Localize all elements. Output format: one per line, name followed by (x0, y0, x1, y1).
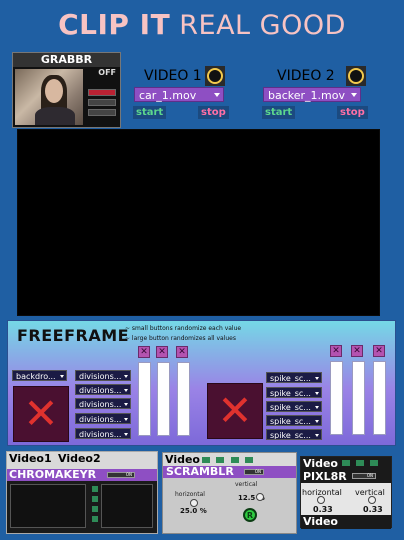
video2-stop-button[interactable]: stop (337, 106, 368, 119)
chevron-down-icon (315, 420, 319, 423)
pixl8r-source-dot[interactable] (342, 460, 350, 466)
randomize-small-button[interactable]: ✕ (138, 346, 150, 358)
pixl8r-vertical-knob[interactable] (368, 496, 376, 504)
param-menu-left[interactable]: divisions... (75, 398, 131, 409)
chromakeyr-color-dot[interactable] (92, 506, 98, 512)
pixl8r-vertical-value[interactable]: 0.33 (363, 505, 383, 514)
param-menu-left[interactable]: divisions... (75, 428, 131, 439)
chromakeyr-toggle[interactable]: ON (107, 472, 135, 478)
freeframe-note-small: ~ small buttons randomize each value (125, 325, 242, 332)
pixl8r-video-label: Video (303, 457, 338, 470)
param-slider[interactable] (157, 362, 170, 436)
chevron-down-icon (124, 418, 128, 421)
video2-file-label: backer_1.mov (268, 89, 345, 102)
video1-indicator[interactable] (205, 66, 225, 86)
param-menu-left[interactable]: divisions... (75, 384, 131, 395)
param-slider[interactable] (352, 361, 365, 435)
app-title-rest: REAL GOOD (170, 10, 346, 41)
chromakeyr-source-preview (10, 484, 86, 528)
grabber-control-1[interactable] (88, 89, 116, 96)
video1-start-button[interactable]: start (133, 106, 167, 119)
scramblr-randomize-button[interactable]: R (243, 508, 257, 522)
pixl8r-horizontal-knob[interactable] (317, 496, 325, 504)
freeframe-title: FREEFRAME (17, 326, 130, 345)
randomize-small-button[interactable]: ✕ (351, 345, 363, 357)
pixl8r-title: PIXL8R (303, 470, 347, 483)
scramblr-horizontal-label: horizontal (175, 491, 205, 498)
grabber-title: GRABBR (13, 53, 120, 67)
video-output-window (17, 129, 380, 316)
video1-file-menu[interactable]: car_1.mov (134, 87, 224, 102)
param-menu-right[interactable]: spike_sc... (266, 372, 322, 383)
chevron-down-icon (124, 375, 128, 378)
randomize-small-button[interactable]: ✕ (373, 345, 385, 357)
scramblr-vertical-knob[interactable] (256, 493, 264, 501)
chevron-down-icon (351, 93, 357, 97)
chevron-down-icon (124, 403, 128, 406)
chevron-down-icon (315, 377, 319, 380)
chromakeyr-key-preview (101, 484, 153, 528)
param-slider[interactable] (373, 361, 386, 435)
chromakeyr-color-dot[interactable] (92, 516, 98, 522)
scramblr-vertical-label: vertical (235, 481, 258, 488)
video2-indicator[interactable] (346, 66, 366, 86)
video1-file-label: car_1.mov (139, 89, 197, 102)
randomize-small-button[interactable]: ✕ (176, 346, 188, 358)
chromakeyr-color-dot[interactable] (92, 496, 98, 502)
randomize-small-button[interactable]: ✕ (330, 345, 342, 357)
scramblr-source-dot[interactable] (202, 457, 210, 463)
chevron-down-icon (124, 389, 128, 392)
grabber-control-2[interactable] (88, 99, 116, 106)
chevron-down-icon (124, 433, 128, 436)
chevron-down-icon (315, 434, 319, 437)
randomize-all-button-left[interactable]: ✕ (13, 386, 69, 442)
param-slider[interactable] (177, 362, 190, 436)
scramblr-source-dot[interactable] (231, 457, 239, 463)
chromakeyr-video2-label: Video2 (58, 452, 101, 465)
chromakeyr-color-dot[interactable] (92, 486, 98, 492)
video2-label: VIDEO 2 (277, 68, 335, 84)
scramblr-horizontal-value[interactable]: 25.0 % (180, 507, 207, 515)
chromakeyr-video1-label: Video1 (9, 452, 52, 465)
param-menu-right[interactable]: spike_sc... (266, 415, 322, 426)
scramblr-title: SCRAMBLR (166, 465, 234, 478)
video2-file-menu[interactable]: backer_1.mov (263, 87, 361, 102)
camera-preview (15, 69, 83, 125)
freeframe-effect-menu-left[interactable]: backdro... (12, 370, 67, 381)
chevron-down-icon (60, 375, 64, 378)
grabber-module: GRABBR OFF (12, 52, 121, 128)
scramblr-horizontal-knob[interactable] (190, 499, 198, 507)
param-menu-right[interactable]: spike_sc... (266, 401, 322, 412)
param-menu-left[interactable]: divisions... (75, 370, 131, 381)
scramblr-source-dot[interactable] (216, 457, 224, 463)
param-menu-right[interactable]: spike_sc... (266, 387, 322, 398)
app-title-bold: CLIP IT (58, 8, 171, 41)
grabber-control-3[interactable] (88, 109, 116, 116)
pixl8r-horizontal-value[interactable]: 0.33 (313, 505, 333, 514)
param-slider[interactable] (330, 361, 343, 435)
param-menu-right[interactable]: spike_sc... (266, 429, 322, 440)
chevron-down-icon (214, 93, 220, 97)
chevron-down-icon (315, 406, 319, 409)
param-menu-left[interactable]: divisions... (75, 413, 131, 424)
video1-stop-button[interactable]: stop (198, 106, 229, 119)
pixl8r-footer-label: Video (303, 515, 338, 528)
randomize-small-button[interactable]: ✕ (156, 346, 168, 358)
param-slider[interactable] (138, 362, 151, 436)
chromakeyr-title: CHROMAKEYR (9, 468, 97, 481)
pixl8r-source-dot[interactable] (356, 460, 364, 466)
randomize-all-button-right[interactable]: ✕ (207, 383, 263, 439)
scramblr-toggle[interactable]: ON (244, 469, 264, 475)
scramblr-source-dot[interactable] (245, 457, 253, 463)
pixl8r-toggle[interactable]: ON (352, 473, 376, 479)
pixl8r-source-dot[interactable] (370, 460, 378, 466)
grabber-power-toggle[interactable]: OFF (98, 68, 116, 77)
app-title: CLIP IT REAL GOOD (0, 8, 404, 41)
video2-start-button[interactable]: start (262, 106, 296, 119)
chevron-down-icon (315, 392, 319, 395)
freeframe-note-large: ~ large button randomizes all values (125, 335, 236, 342)
video1-label: VIDEO 1 (144, 68, 202, 84)
